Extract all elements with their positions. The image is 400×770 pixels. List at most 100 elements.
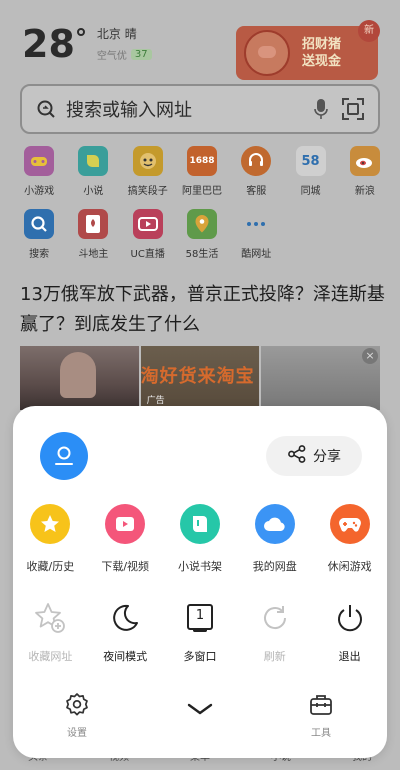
promo-text: 招财猪 送现金 <box>302 36 341 70</box>
tools-button[interactable]: 工具 <box>291 692 351 739</box>
promo-banner[interactable]: 招财猪 送现金 新 <box>236 20 380 80</box>
app-label: 阿里巴巴 <box>181 186 222 197</box>
menu-row-secondary: 收藏网址 夜间模式 1 多窗口 刷新 退出 <box>13 598 387 664</box>
lucky-pig-icon <box>244 30 290 76</box>
menu-item-novel-bookshelf[interactable]: 小说书架 <box>163 504 238 574</box>
news-images[interactable]: 淘好货来淘宝 广告 × <box>20 346 381 410</box>
map-pin-icon <box>186 209 217 239</box>
aqi-value: 37 <box>130 49 152 60</box>
menu-sheet: 分享 收藏/历史 下载/视频 小说书架 我的网盘 休闲游戏 收藏网址 夜间模式 … <box>13 406 387 758</box>
toolbox-icon <box>310 695 332 715</box>
app-label: 小游戏 <box>24 186 55 197</box>
app-58-life[interactable]: 58生活 <box>175 209 229 260</box>
quick-app-grid: 小游戏 小说 搞笑段子 1688 阿里巴巴 客服 58 同城 新浪 搜索 斗地主… <box>12 146 392 260</box>
menu-item-multi-window[interactable]: 1 多窗口 <box>163 598 238 664</box>
star-icon <box>30 504 71 544</box>
game-controller-icon <box>24 146 55 176</box>
collapse-menu-button[interactable] <box>170 702 230 716</box>
download-video-icon <box>105 504 146 544</box>
window-count: 1 <box>195 608 205 623</box>
avatar[interactable] <box>40 432 88 480</box>
menu-item-casual-games[interactable]: 休闲游戏 <box>312 504 387 574</box>
share-button[interactable]: 分享 <box>266 436 362 476</box>
news-image-2: 淘好货来淘宝 广告 <box>140 346 260 410</box>
app-alibaba[interactable]: 1688 阿里巴巴 <box>175 146 229 197</box>
playing-card-icon <box>78 209 109 239</box>
news-image-3: × <box>261 346 381 410</box>
menu-item-label: 我的网盘 <box>252 560 297 573</box>
scan-icon[interactable] <box>342 98 364 120</box>
app-customer-service[interactable]: 客服 <box>229 146 283 197</box>
app-tongcheng[interactable]: 58 同城 <box>283 146 337 197</box>
menu-item-download-video[interactable]: 下载/视频 <box>88 504 163 574</box>
settings-label: 设置 <box>67 728 87 739</box>
news-image-1 <box>20 346 139 410</box>
app-label: UC直播 <box>130 249 165 260</box>
app-label: 客服 <box>246 186 267 197</box>
app-label: 搜索 <box>29 249 50 260</box>
weather-widget[interactable]: 28 北京 晴 空气优 37 <box>22 22 152 66</box>
app-search[interactable]: 搜索 <box>12 209 66 260</box>
menu-item-exit[interactable]: 退出 <box>312 598 387 664</box>
menu-item-label: 收藏/历史 <box>26 560 75 573</box>
menu-item-cloud-drive[interactable]: 我的网盘 <box>237 504 312 574</box>
search-engine-icon[interactable] <box>36 99 56 119</box>
menu-item-favorites-history[interactable]: 收藏/历史 <box>13 504 88 574</box>
app-sina[interactable]: 新浪 <box>338 146 392 197</box>
settings-button[interactable]: 设置 <box>47 692 107 739</box>
close-ad-button[interactable]: × <box>362 348 379 364</box>
menu-item-label: 下载/视频 <box>101 560 150 573</box>
app-novel[interactable]: 小说 <box>66 146 120 197</box>
app-mini-game[interactable]: 小游戏 <box>12 146 66 197</box>
app-uc-live[interactable]: UC直播 <box>121 209 175 260</box>
refresh-icon <box>255 598 295 638</box>
sina-weibo-icon <box>349 146 380 176</box>
ad-tag: 广告 <box>146 396 165 406</box>
headset-icon <box>241 146 272 176</box>
share-icon <box>287 444 307 468</box>
search-bar[interactable]: 搜索或输入网址 <box>20 84 380 134</box>
book-icon <box>78 146 109 176</box>
promo-line1: 招财猪 <box>302 37 342 52</box>
promo-line2: 送现金 <box>302 54 342 69</box>
app-jokes[interactable]: 搞笑段子 <box>121 146 175 197</box>
menu-item-refresh: 刷新 <box>237 598 312 664</box>
search-input[interactable]: 搜索或输入网址 <box>66 96 300 122</box>
alibaba-1688-icon: 1688 <box>186 146 217 176</box>
app-label: 酷网址 <box>241 249 272 260</box>
microphone-icon[interactable] <box>314 98 328 120</box>
novel-bookshelf-icon <box>179 504 220 544</box>
chevron-down-icon <box>187 703 213 715</box>
cloud-drive-icon <box>254 504 295 544</box>
menu-item-label: 多窗口 <box>183 650 217 663</box>
app-label: 斗地主 <box>78 249 109 260</box>
app-kuwangzhi[interactable]: 酷网址 <box>229 209 283 260</box>
app-label: 搞笑段子 <box>127 186 168 197</box>
aqi-label: 空气优 <box>96 51 127 62</box>
app-label: 小说 <box>83 186 104 197</box>
share-label: 分享 <box>313 449 341 465</box>
add-bookmark-icon <box>30 598 70 638</box>
moon-icon <box>105 598 145 638</box>
news-headline[interactable]: 13万俄军放下武器，普京正式投降？泽连斯基赢了？到底发生了什么 <box>20 280 386 340</box>
more-dots-icon <box>241 209 271 239</box>
menu-item-label: 收藏网址 <box>28 650 73 663</box>
menu-item-add-bookmark: 收藏网址 <box>13 598 88 664</box>
58-tongcheng-icon: 58 <box>295 146 326 176</box>
air-quality: 空气优 37 <box>97 47 152 62</box>
app-doudizhu[interactable]: 斗地主 <box>66 209 120 260</box>
funny-face-icon <box>132 146 163 176</box>
menu-item-label: 小说书架 <box>177 560 222 573</box>
app-label: 同城 <box>300 186 321 197</box>
menu-item-label: 刷新 <box>263 650 286 663</box>
menu-item-night-mode[interactable]: 夜间模式 <box>88 598 163 664</box>
user-icon <box>55 446 73 465</box>
search-icon <box>24 209 55 239</box>
menu-item-label: 退出 <box>338 650 361 663</box>
gamepad-icon <box>329 504 370 544</box>
menu-item-label: 夜间模式 <box>103 650 148 663</box>
new-badge: 新 <box>358 20 380 42</box>
gear-icon <box>66 693 88 716</box>
power-icon <box>330 598 370 638</box>
live-video-icon <box>132 209 163 239</box>
